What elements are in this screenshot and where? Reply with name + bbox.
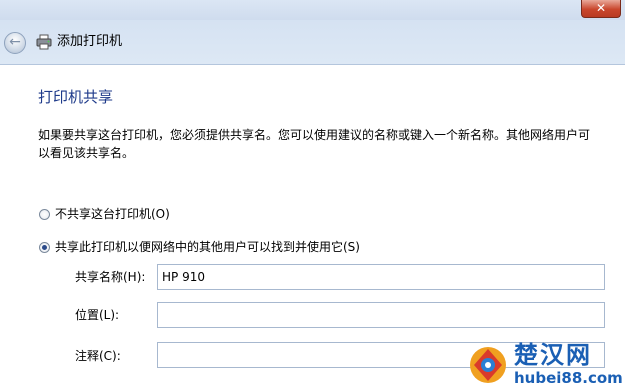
share-radio[interactable] — [39, 242, 50, 253]
share-name-input[interactable]: HP 910 — [157, 264, 605, 290]
location-label: 位置(L): — [75, 308, 120, 322]
window-close-button[interactable]: ✕ — [581, 0, 621, 18]
comment-label: 注释(C): — [75, 349, 121, 363]
printer-icon — [36, 34, 52, 50]
location-input[interactable] — [157, 302, 605, 328]
watermark-url: hubei88.com — [514, 369, 623, 387]
wizard-title: 添加打印机 — [57, 34, 123, 49]
watermark-name: 楚汉网 — [514, 341, 592, 369]
share-label[interactable]: 共享此打印机以便网络中的其他用户可以找到并使用它(S) — [55, 239, 360, 255]
no-share-radio[interactable] — [39, 209, 50, 220]
section-description: 如果要共享这台打印机，您必须提供共享名。您可以使用建议的名称或键入一个新名称。其… — [38, 128, 591, 160]
wizard-nav-bar: ← 添加打印机 — [0, 20, 625, 65]
site-watermark: 楚汉网 hubei88.com — [466, 341, 623, 388]
section-title: 打印机共享 — [38, 88, 114, 106]
watermark-logo-icon — [470, 347, 506, 383]
window-title-bar: ✕ — [0, 0, 625, 20]
back-button[interactable]: ← — [4, 32, 26, 54]
share-name-label: 共享名称(H): — [75, 270, 146, 284]
no-share-label[interactable]: 不共享这台打印机(O) — [55, 206, 170, 222]
